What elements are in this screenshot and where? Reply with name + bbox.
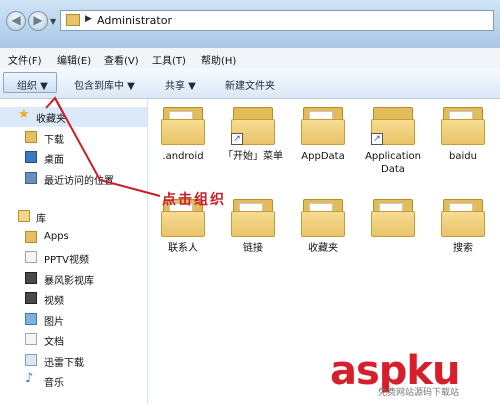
- file-item-appdata[interactable]: AppData: [288, 105, 358, 163]
- sidebar-libraries[interactable]: 库: [0, 207, 147, 227]
- sidebar-favorites[interactable]: ★ 收藏夹: [0, 107, 147, 127]
- file-item-android[interactable]: .android: [148, 105, 218, 163]
- folder-icon: [371, 197, 415, 237]
- include-in-library-button[interactable]: 包含到库中 ▼: [74, 77, 135, 92]
- file-item-searches[interactable]: 搜索: [428, 197, 498, 255]
- sidebar-item-music[interactable]: ♪ 音乐: [0, 371, 147, 391]
- menu-tools[interactable]: 工具(T): [152, 52, 186, 67]
- sidebar-item-pictures[interactable]: 图片: [0, 310, 147, 330]
- library-icon: [18, 210, 30, 222]
- file-item-start-menu[interactable]: ↗ 「开始」菜单: [218, 105, 288, 163]
- file-item-baidu[interactable]: baidu: [428, 105, 498, 163]
- sidebar-item-videos[interactable]: 视频: [0, 289, 147, 309]
- recent-places-icon: [25, 172, 37, 184]
- folder-icon: [441, 105, 485, 145]
- folder-shortcut-icon: ↗: [231, 105, 275, 145]
- menu-file[interactable]: 文件(F): [8, 52, 42, 67]
- document-icon: [25, 333, 37, 345]
- menu-bar: 文件(F) 编辑(E) 查看(V) 工具(T) 帮助(H): [0, 48, 500, 69]
- navigation-pane: ★ 收藏夹 下载 桌面 最近访问的位置 库 Apps PPTV视频 暴风影视库 …: [0, 99, 148, 404]
- sidebar-item-downloads[interactable]: 下载: [0, 128, 147, 148]
- picture-icon: [25, 313, 37, 325]
- watermark-subtitle: 免费网站源码下载站: [378, 388, 460, 398]
- folder-icon: [25, 231, 37, 243]
- file-item-links[interactable]: 链接: [218, 197, 288, 255]
- folder-icon: [161, 105, 205, 145]
- search-folder-icon: [441, 197, 485, 237]
- menu-edit[interactable]: 编辑(E): [57, 52, 91, 67]
- address-path[interactable]: Administrator: [97, 14, 172, 27]
- folder-icon: [301, 105, 345, 145]
- forward-button[interactable]: ▶: [28, 11, 48, 31]
- pptv-icon: [25, 251, 37, 263]
- star-icon: ★: [18, 107, 30, 122]
- organize-button[interactable]: 组织 ▼: [3, 72, 57, 93]
- sidebar-item-thunder[interactable]: 迅雷下载: [0, 351, 147, 371]
- desktop-icon: [25, 151, 37, 163]
- address-input[interactable]: ▶ Administrator: [60, 10, 494, 31]
- video-icon: [25, 292, 37, 304]
- recent-pages-dropdown[interactable]: ▼: [50, 17, 56, 26]
- back-button[interactable]: ◀: [6, 11, 26, 31]
- chevron-right-icon[interactable]: ▶: [85, 14, 92, 24]
- thunder-download-icon: [25, 354, 37, 366]
- address-bar-area: ◀ ▶ ▼ ▶ Administrator: [0, 0, 500, 48]
- sidebar-item-desktop[interactable]: 桌面: [0, 148, 147, 168]
- music-note-icon: ♪: [25, 371, 34, 386]
- sidebar-item-baofeng[interactable]: 暴风影视库: [0, 269, 147, 289]
- file-item-application-data[interactable]: ↗ Application Data: [358, 105, 428, 176]
- annotation-text: 点击组织: [162, 192, 226, 208]
- file-item-favorites[interactable]: 收藏夹: [288, 197, 358, 255]
- sidebar-item-apps[interactable]: Apps: [0, 228, 147, 248]
- file-item-unnamed[interactable]: [358, 197, 428, 242]
- folder-icon: [66, 14, 80, 26]
- media-library-icon: [25, 272, 37, 284]
- organize-label: 组织 ▼: [17, 81, 48, 92]
- new-folder-button[interactable]: 新建文件夹: [225, 77, 275, 92]
- menu-help[interactable]: 帮助(H): [201, 52, 236, 67]
- share-button[interactable]: 共享 ▼: [165, 77, 196, 92]
- folder-shortcut-icon: ↗: [371, 105, 415, 145]
- download-folder-icon: [25, 131, 37, 143]
- favorites-folder-icon: [301, 197, 345, 237]
- command-bar: 组织 ▼ 包含到库中 ▼ 共享 ▼ 新建文件夹: [0, 68, 500, 99]
- links-folder-icon: [231, 197, 275, 237]
- menu-view[interactable]: 查看(V): [104, 52, 139, 67]
- sidebar-item-pptv[interactable]: PPTV视频: [0, 248, 147, 268]
- sidebar-item-recent[interactable]: 最近访问的位置: [0, 169, 147, 189]
- sidebar-item-documents[interactable]: 文档: [0, 330, 147, 350]
